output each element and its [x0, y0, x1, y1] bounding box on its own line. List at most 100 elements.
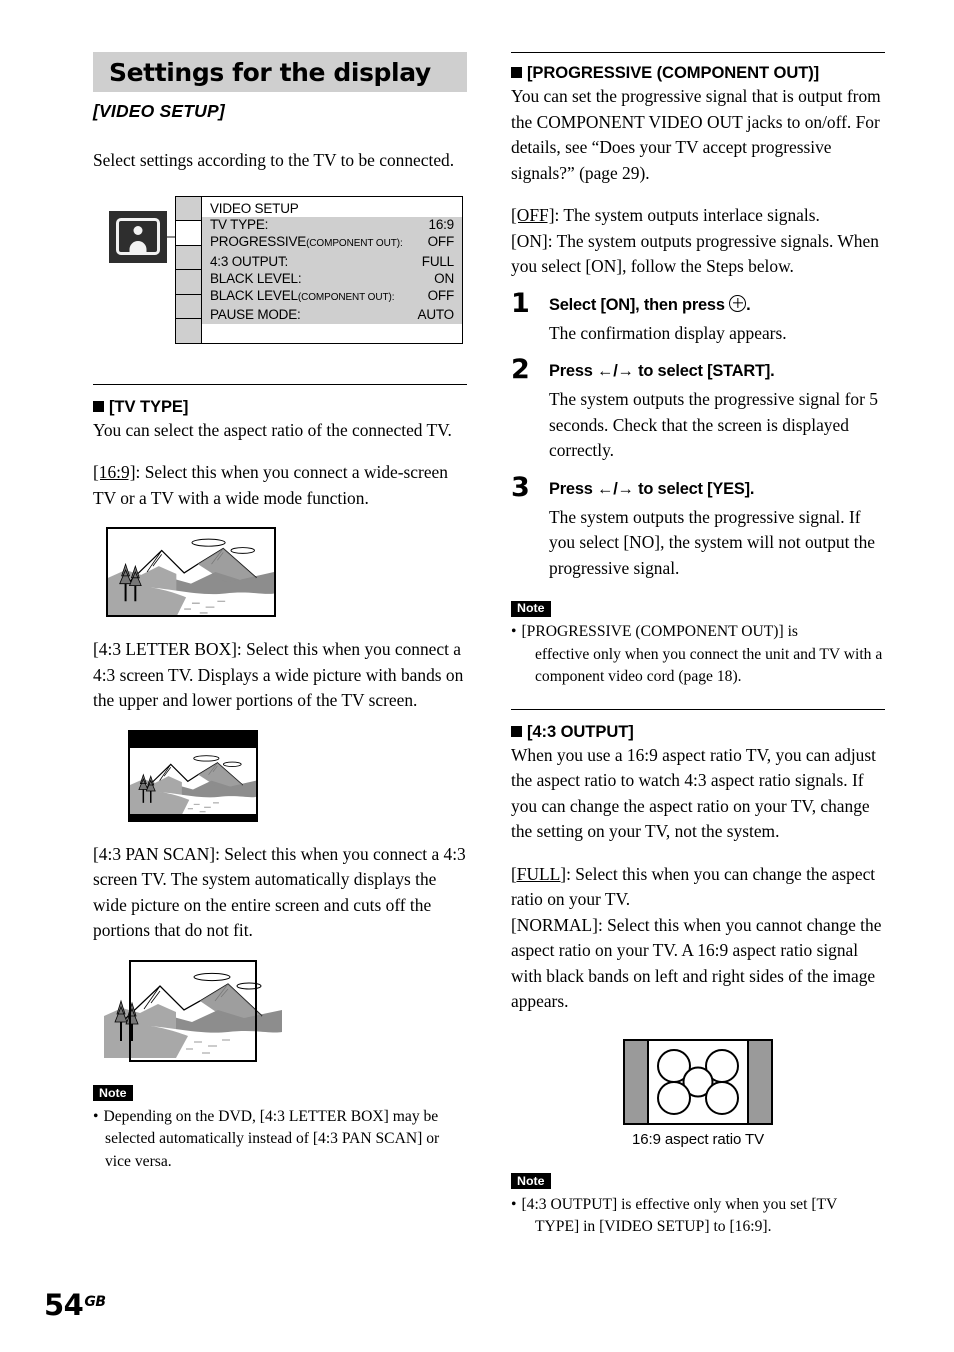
visible-crop-frame	[129, 959, 257, 1062]
mountain-scene	[108, 529, 274, 615]
osd-row-black-level-component[interactable]: BLACK LEVEL(COMPONENT OUT): OFF	[202, 288, 462, 307]
osd-value: AUTO	[417, 307, 455, 323]
note-item-line2: effective only when you connect the unit…	[535, 645, 883, 686]
osd-row-black-level[interactable]: BLACK LEVEL: ON	[202, 270, 462, 287]
osd-row-progressive[interactable]: PROGRESSIVE(COMPONENT OUT): OFF	[202, 234, 462, 253]
note-block-43-output: Note [4:3 OUTPUT] is effective only when…	[511, 1172, 885, 1239]
note-tag: Note	[93, 1085, 133, 1101]
osd-label-qualifier: (COMPONENT OUT):	[306, 238, 403, 250]
page-region-code: GB	[84, 1294, 106, 1310]
progressive-body: You can set the progressive signal that …	[511, 86, 881, 183]
osd-row-pause-mode[interactable]: PAUSE MODE: AUTO	[202, 307, 462, 324]
step-2-body: The system outputs the progressive signa…	[549, 389, 878, 460]
step-3-heading: Press ←/→ to select [YES].	[549, 479, 755, 498]
page-title-banner: Settings for the display	[93, 52, 467, 92]
page-number: 54GB	[44, 1288, 106, 1322]
osd-label: PAUSE MODE:	[210, 307, 301, 323]
option-full-key: [FULL]	[511, 863, 567, 884]
bullet-square-icon	[511, 67, 522, 78]
osd-value: 16:9	[428, 217, 455, 232]
option-16-9: [16:9]: Select this when you connect a w…	[93, 460, 467, 511]
osd-row-43-output[interactable]: 4:3 OUTPUT: FULL	[202, 253, 462, 270]
osd-label: 4:3 OUTPUT:	[210, 253, 289, 269]
osd-label-qualifier: (COMPONENT OUT):	[297, 292, 395, 304]
step-number: 1	[511, 287, 530, 319]
figure-caption: 16:9 aspect ratio TV	[632, 1130, 764, 1148]
osd-value: ON	[434, 270, 454, 286]
step-1-heading-text: Select [ON], then press	[549, 295, 725, 314]
tv-person-glyph	[116, 218, 160, 255]
section-subtitle: [VIDEO SETUP]	[93, 101, 225, 121]
video-setup-icon	[109, 210, 167, 263]
heading-43-output: [4:3 OUTPUT]	[511, 720, 885, 743]
option-off: [OFF]: The system outputs interlace sign…	[511, 203, 885, 229]
page-title: Settings for the display	[109, 57, 431, 87]
bullet-square-icon	[93, 400, 104, 412]
right-black-band	[749, 1040, 771, 1123]
step-3: 3 Press ←/→ to select [YES]. The system …	[511, 474, 885, 582]
note-list: Depending on the DVD, [4:3 LETTER BOX] m…	[93, 1106, 467, 1174]
option-full-text: : Select this when you can change the as…	[511, 863, 876, 910]
osd-tab[interactable]	[176, 294, 201, 319]
note-item-line1: [4:3 OUTPUT] is effective only when you …	[521, 1195, 838, 1213]
tv-frame	[623, 1038, 773, 1125]
active-picture-area	[647, 1040, 749, 1123]
heading-progressive: [PROGRESSIVE (COMPONENT OUT)]	[511, 61, 885, 84]
step-1: 1 Select [ON], then press . The confirma…	[511, 290, 885, 347]
mountain-scene	[130, 747, 256, 815]
right-column: [PROGRESSIVE (COMPONENT OUT)] You can se…	[511, 52, 885, 1239]
option-off-text: : The system outputs interlace signals.	[554, 205, 820, 225]
left-black-band	[625, 1040, 647, 1123]
note-block-progressive: Note [PROGRESSIVE (COMPONENT OUT)] is eff…	[511, 599, 885, 689]
osd-tab-selected[interactable]	[176, 221, 201, 246]
osd-value: OFF	[427, 288, 455, 304]
heading-tv-type: [TV TYPE]	[93, 395, 467, 418]
option-16-9-text: : Select this when you connect a wide-sc…	[93, 462, 448, 508]
osd-label: PROGRESSIVE	[210, 234, 307, 250]
osd-tab-strip	[176, 196, 202, 343]
enter-button-icon	[729, 294, 747, 312]
circle-bottom-left	[657, 1080, 691, 1115]
note-item-line2: TYPE] in [VIDEO SETUP] to [16:9].	[535, 1218, 772, 1235]
option-letter-box: [4:3 LETTER BOX]: Select this when you c…	[93, 639, 464, 710]
option-off-key: [OFF]	[511, 205, 555, 225]
note-list: [4:3 OUTPUT] is effective only when you …	[511, 1194, 885, 1239]
left-column: Settings for the display [VIDEO SETUP] S…	[93, 52, 467, 1173]
heading-progressive-label: [PROGRESSIVE (COMPONENT OUT)]	[527, 63, 820, 82]
osd-label: BLACK LEVEL:	[210, 270, 302, 286]
video-setup-osd-figure: VIDEO SETUP TV TYPE: 16:9 PROGRESSIVE(CO…	[93, 191, 467, 359]
osd-tab[interactable]	[176, 270, 201, 295]
osd-row-tv-type[interactable]: TV TYPE: 16:9	[202, 217, 462, 234]
step-number: 3	[511, 471, 530, 503]
option-on: [ON]: The system outputs progressive sig…	[511, 230, 879, 277]
option-16-9-key: [16:9]	[93, 462, 136, 482]
bullet-square-icon	[511, 725, 522, 737]
osd-tab[interactable]	[176, 196, 201, 221]
osd-label: BLACK LEVEL	[210, 288, 298, 304]
step-2: 2 Press ←/→ to select [START]. The syste…	[511, 356, 885, 464]
osd-setting-list: TV TYPE: 16:9 PROGRESSIVE(COMPONENT OUT)…	[202, 216, 462, 325]
step-1-body: The confirmation display appears.	[549, 322, 787, 343]
step-number: 2	[511, 354, 530, 385]
heading-43-output-label: [4:3 OUTPUT]	[527, 721, 634, 741]
step-1-heading-suffix: .	[746, 295, 751, 314]
osd-tab[interactable]	[176, 245, 201, 270]
note-tag: Note	[511, 1173, 551, 1189]
osd-tab[interactable]	[176, 319, 201, 343]
osd-heading: VIDEO SETUP	[210, 200, 299, 216]
letterbox-mountain-illustration	[128, 729, 258, 822]
option-full: [FULL]: Select this when you can change …	[511, 862, 885, 913]
output43-body: When you use a 16:9 aspect ratio TV, you…	[511, 744, 876, 842]
note-list: [PROGRESSIVE (COMPONENT OUT)] is effectiv…	[511, 621, 885, 689]
note-tag: Note	[511, 600, 551, 617]
step-2-heading: Press ←/→ to select [START].	[549, 362, 775, 380]
document-page: Settings for the display [VIDEO SETUP] S…	[0, 0, 954, 1352]
widescreen-mountain-illustration	[106, 527, 276, 617]
osd-value: FULL	[421, 253, 454, 269]
osd-panel: VIDEO SETUP TV TYPE: 16:9 PROGRESSIVE(CO…	[175, 195, 463, 344]
pan-scan-mountain-illustration	[104, 959, 282, 1062]
step-3-body: The system outputs the progressive signa…	[549, 506, 876, 578]
person-head-shape	[133, 226, 143, 235]
circle-bottom-right	[705, 1080, 739, 1115]
osd-value: OFF	[427, 234, 455, 250]
